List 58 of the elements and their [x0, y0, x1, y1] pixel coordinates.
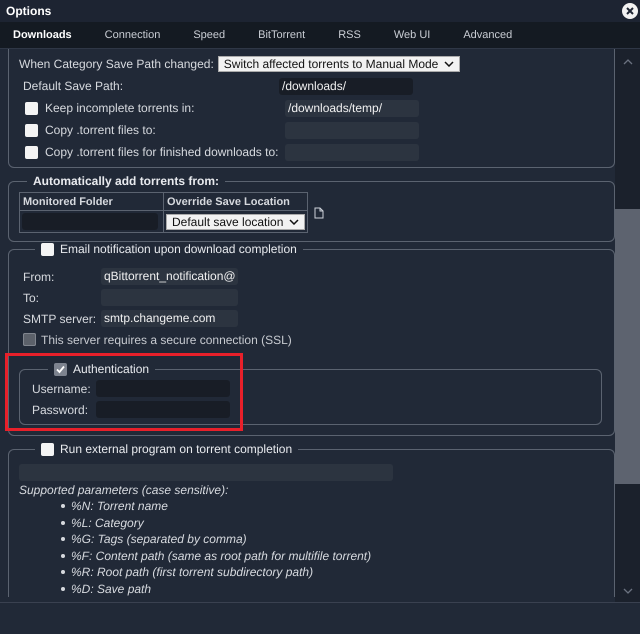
- caret-icon: [289, 218, 300, 224]
- column-header: Override Save Location: [164, 192, 308, 210]
- tab[interactable]: BitTorrent: [245, 22, 318, 48]
- tab[interactable]: Web UI: [380, 22, 442, 48]
- field-label: From:: [22, 270, 56, 284]
- parameter-text: %F: Content path (same as root path for multifile torrent): [71, 548, 372, 563]
- bullet-icon: [61, 520, 65, 525]
- checkbox-label: Email notification upon download completion: [60, 242, 297, 256]
- checkbox[interactable]: [41, 442, 54, 456]
- file-icon[interactable]: [314, 206, 324, 218]
- checkbox-label: Authentication: [73, 362, 150, 376]
- bullet-icon: [61, 554, 65, 558]
- checkbox-label: Copy .torrent files to:: [45, 123, 157, 137]
- checkbox[interactable]: [25, 102, 38, 114]
- checkbox-label: Copy .torrent files for finished downloads to:: [45, 145, 280, 159]
- parameter-text: %L: Category: [71, 516, 144, 530]
- tab[interactable]: Connection: [92, 22, 172, 48]
- close-icon[interactable]: [622, 3, 638, 19]
- checkbox-label: Keep incomplete torrents in:: [45, 101, 196, 115]
- checkbox[interactable]: [41, 242, 54, 256]
- path-field[interactable]: /downloads/temp/: [285, 100, 419, 116]
- scroll-up-icon[interactable]: [622, 59, 632, 65]
- column-header: Monitored Folder: [20, 192, 164, 210]
- input-field[interactable]: qBittorrent_notification@: [101, 268, 238, 285]
- group-title: Automatically add torrents from:: [33, 174, 220, 188]
- field-label: Default Save Path:: [22, 79, 124, 93]
- input-field[interactable]: smtp.changeme.com: [101, 310, 238, 327]
- checkbox[interactable]: [25, 124, 38, 136]
- field-label: To:: [22, 290, 40, 304]
- parameter-text: %R: Root path (first torrent subdirectory path): [71, 565, 314, 580]
- checkbox[interactable]: [25, 146, 38, 158]
- dropdown[interactable]: Switch affected torrents to Manual Mode: [218, 56, 460, 72]
- parameter-text: %D: Save path: [71, 582, 152, 596]
- bullet-icon: [61, 504, 65, 508]
- tab[interactable]: Downloads: [0, 22, 84, 48]
- field-label: Password:: [32, 402, 90, 416]
- scroll-down-icon[interactable]: [622, 588, 632, 594]
- bullet-icon: [61, 586, 65, 591]
- field-label: Username:: [32, 382, 92, 396]
- checkbox-label: This server requires a secure connection (SSL): [41, 332, 292, 346]
- checkbox[interactable]: [54, 362, 67, 376]
- window-title: Options: [6, 4, 52, 18]
- tab[interactable]: Speed: [180, 22, 238, 48]
- field-label: SMTP server:: [22, 312, 98, 326]
- dropdown[interactable]: Default save location: [166, 214, 306, 230]
- scroll-thumb[interactable]: [615, 209, 640, 484]
- parameters-heading: Supported parameters (case sensitive):: [19, 482, 230, 498]
- path-field[interactable]: /downloads/: [279, 78, 413, 94]
- parameter-text: %G: Tags (separated by comma): [71, 532, 247, 546]
- bullet-icon: [61, 570, 65, 574]
- tab[interactable]: Advanced: [450, 22, 524, 48]
- caret-icon: [444, 61, 454, 67]
- parameter-text: %N: Torrent name: [71, 499, 168, 514]
- field-label: When Category Save Path changed:: [19, 57, 214, 71]
- checkbox-label: Run external program on torrent completion: [60, 442, 292, 456]
- bullet-icon: [61, 537, 65, 542]
- scrollbar[interactable]: [615, 49, 640, 602]
- tab[interactable]: RSS: [325, 22, 373, 48]
